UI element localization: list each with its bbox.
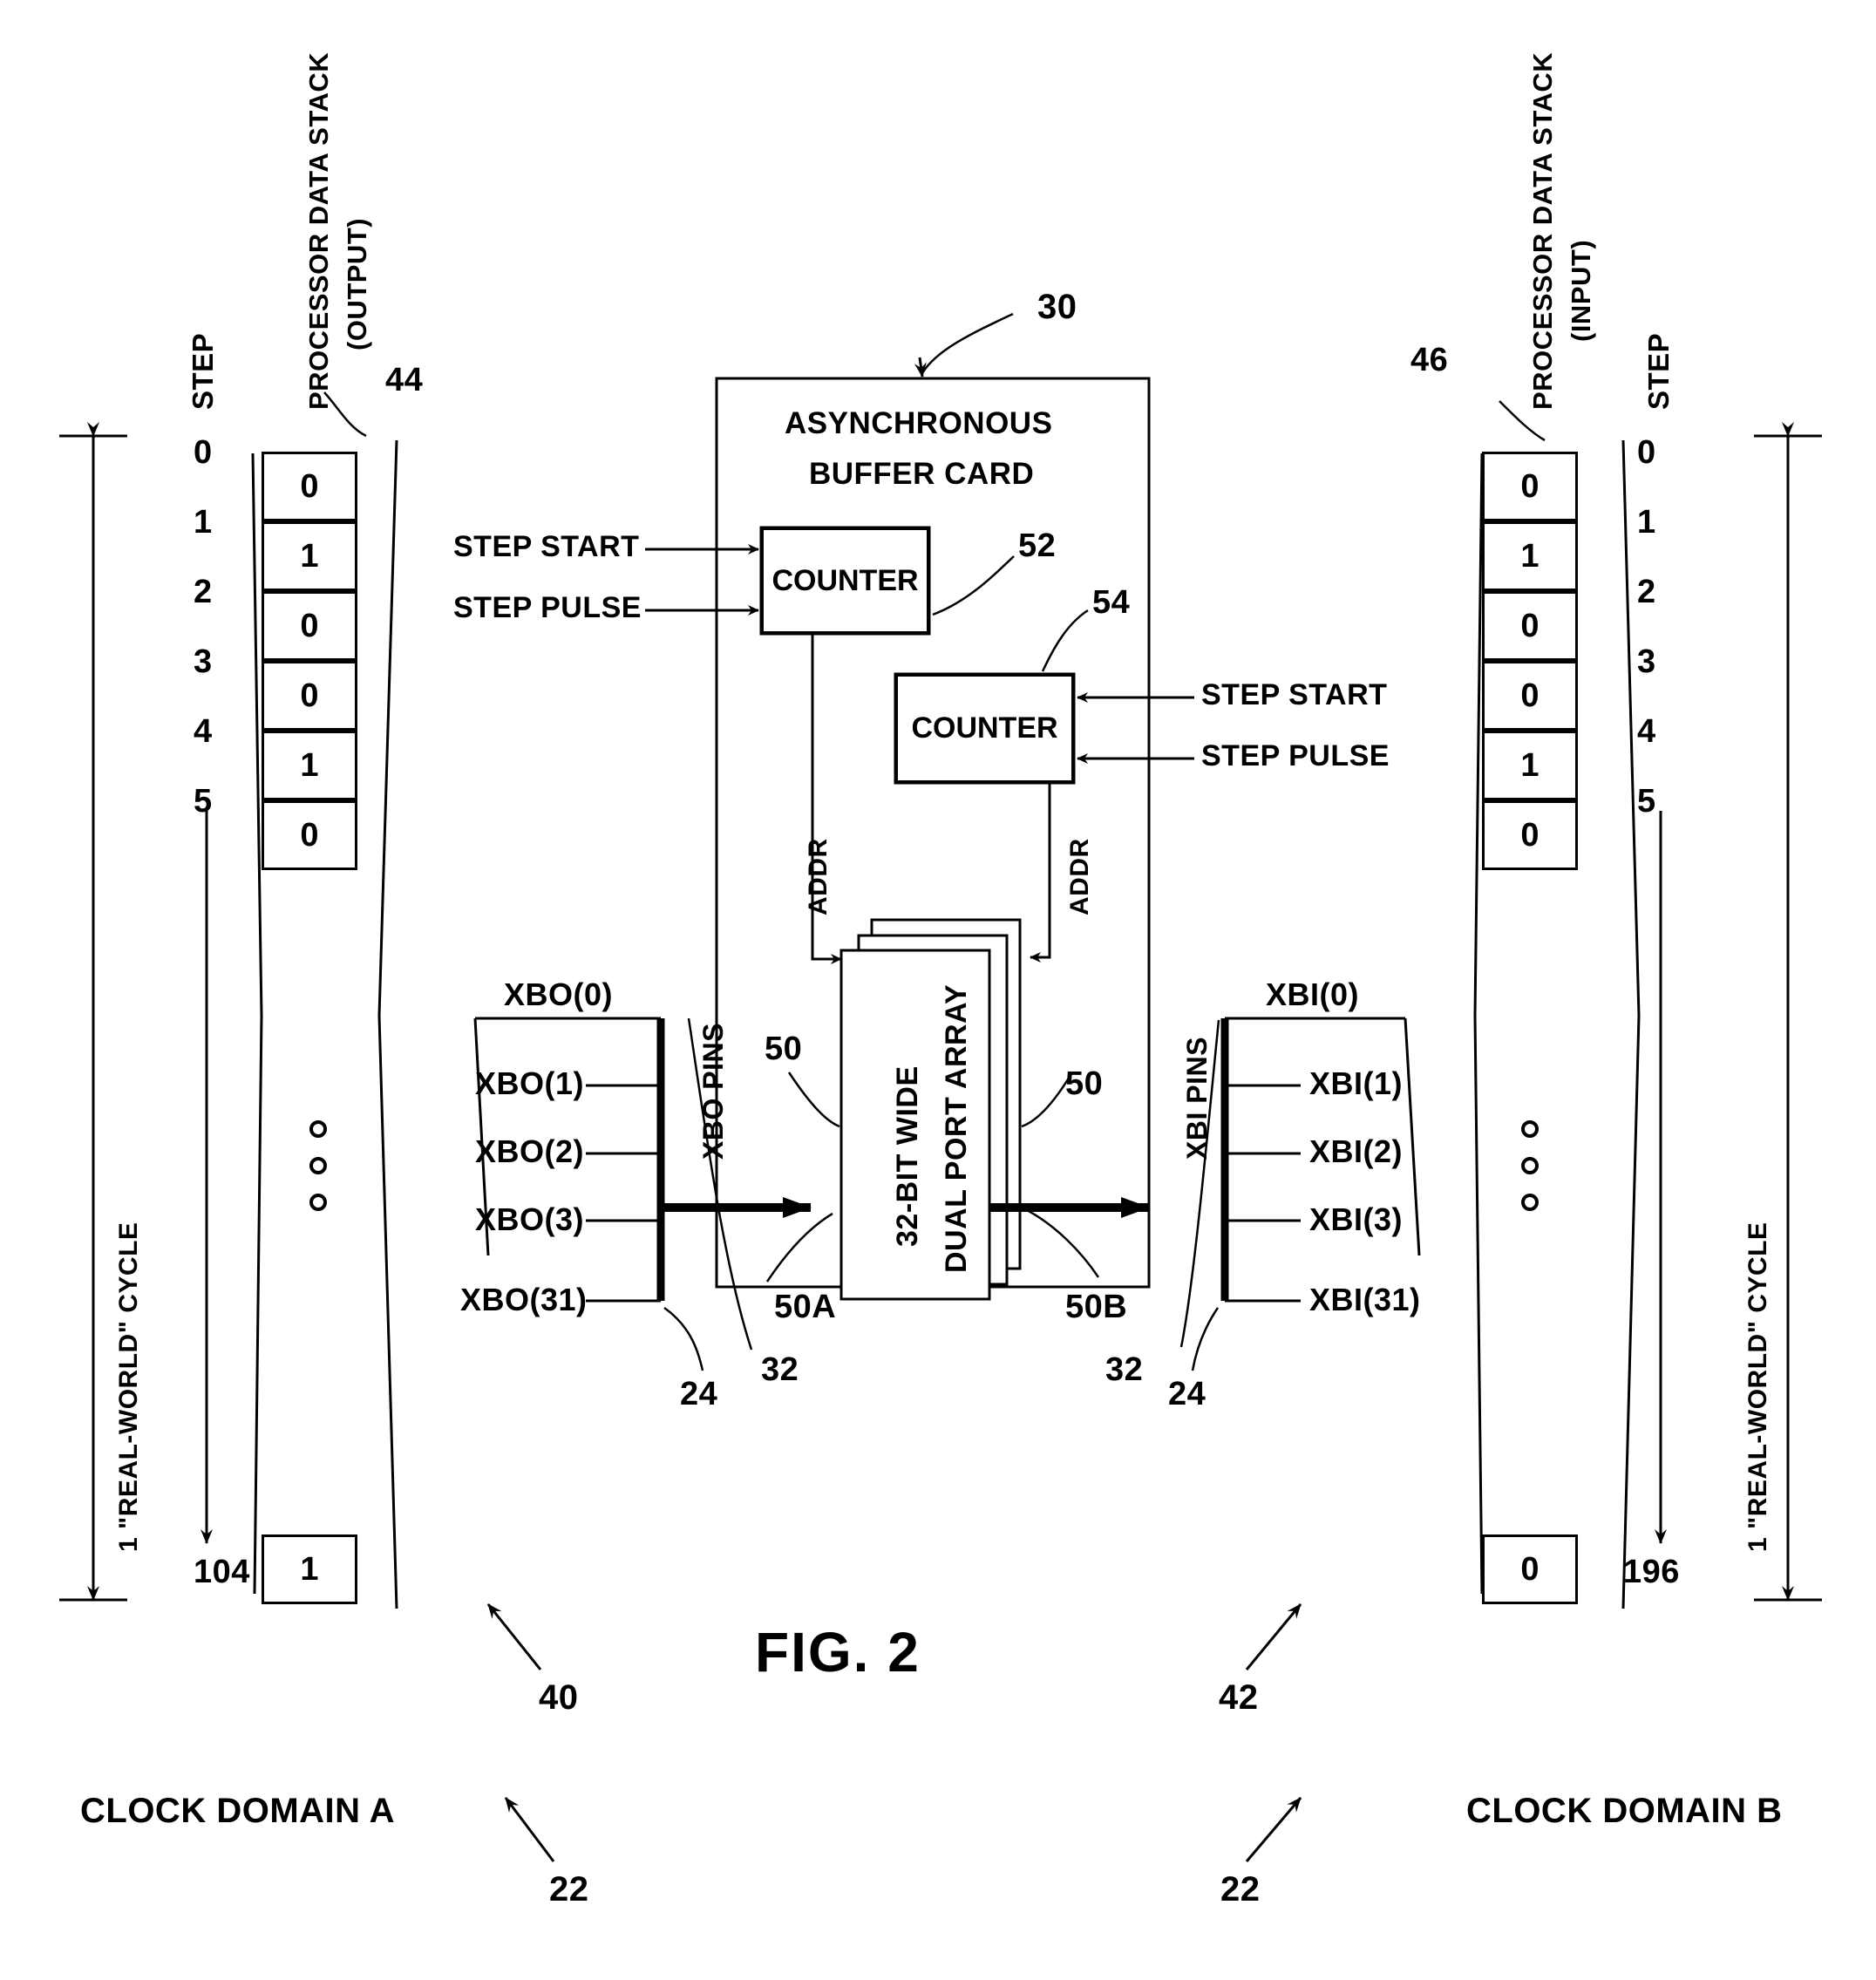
addr-left-label: ADDR xyxy=(804,838,833,915)
left-step-0: 0 xyxy=(194,434,213,471)
left-pins-ref: 24 xyxy=(680,1376,718,1412)
left-stack-cell-last: 1 xyxy=(262,1534,357,1604)
right-stack-cell: 0 xyxy=(1482,591,1578,661)
ellipsis-dot xyxy=(309,1120,327,1138)
right-stack-cell: 0 xyxy=(1482,452,1578,521)
left-stack-cell: 1 xyxy=(262,521,357,591)
ellipsis-dot xyxy=(1521,1120,1539,1138)
left-stack-title-line1: PROCESSOR DATA STACK xyxy=(303,51,334,410)
right-step-0: 0 xyxy=(1637,434,1656,471)
left-stack-cell: 1 xyxy=(262,731,357,800)
left-stack-cell: 0 xyxy=(262,452,357,521)
left-step-3: 3 xyxy=(194,643,213,680)
right-stack-cell: 1 xyxy=(1482,731,1578,800)
right-stack-cell: 0 xyxy=(1482,661,1578,731)
right-group-ref: 42 xyxy=(1219,1678,1259,1717)
right-stack-cell-last: 0 xyxy=(1482,1534,1578,1604)
counter-54: COUNTER xyxy=(895,674,1074,783)
left-step-last: 104 xyxy=(194,1554,250,1590)
xbi-2-label: XBI(2) xyxy=(1309,1133,1404,1169)
right-step-2: 2 xyxy=(1637,574,1656,610)
array-label-line1: 32-BIT WIDE xyxy=(891,1065,924,1247)
left-stack-ref: 44 xyxy=(385,362,424,398)
xbi-31-label: XBI(31) xyxy=(1309,1282,1421,1317)
left-domain-ref: 22 xyxy=(549,1870,589,1909)
right-step-last: 196 xyxy=(1623,1554,1680,1590)
buffer-card-title-line2: BUFFER CARD xyxy=(809,457,1035,491)
port-out-ref: 50B xyxy=(1065,1289,1128,1325)
right-pins-ref: 24 xyxy=(1168,1376,1206,1412)
buffer-card-title-line1: ASYNCHRONOUS xyxy=(785,406,1053,440)
right-cycle-label: 1 "REAL-WORLD" CYCLE xyxy=(1743,1221,1772,1552)
array-ref-right: 50 xyxy=(1065,1065,1104,1102)
counter-52-ref: 52 xyxy=(1018,527,1057,564)
left-stack-title-line2: (OUTPUT) xyxy=(342,217,372,350)
left-stack-cell: 0 xyxy=(262,591,357,661)
left-step-5: 5 xyxy=(194,783,213,820)
counter-52: COUNTER xyxy=(761,527,929,634)
right-step-5: 5 xyxy=(1637,783,1656,820)
step-start-right-label: STEP START xyxy=(1201,678,1388,711)
xbo-2-label: XBO(2) xyxy=(475,1133,585,1169)
right-bus-ref: 32 xyxy=(1105,1351,1144,1388)
xbi-1-label: XBI(1) xyxy=(1309,1065,1404,1101)
xbo-1-label: XBO(1) xyxy=(475,1065,585,1101)
right-stack-cell: 0 xyxy=(1482,800,1578,870)
right-stack-cell: 1 xyxy=(1482,521,1578,591)
counter-54-ref: 54 xyxy=(1092,584,1131,621)
array-ref-left: 50 xyxy=(765,1031,803,1067)
right-domain-ref: 22 xyxy=(1220,1870,1261,1909)
buffer-card-ref: 30 xyxy=(1037,288,1077,326)
left-cycle-label: 1 "REAL-WORLD" CYCLE xyxy=(114,1221,143,1552)
xbo-31-label: XBO(31) xyxy=(460,1282,588,1317)
step-pulse-right-label: STEP PULSE xyxy=(1201,739,1390,772)
left-step-2: 2 xyxy=(194,574,213,610)
ellipsis-dot xyxy=(309,1157,327,1174)
ellipsis-dot xyxy=(1521,1157,1539,1174)
left-bus-ref: 32 xyxy=(761,1351,799,1388)
left-step-header: STEP xyxy=(187,332,219,410)
port-in-ref: 50A xyxy=(774,1289,837,1325)
xbo-0-label: XBO(0) xyxy=(504,976,614,1012)
ellipsis-dot xyxy=(309,1194,327,1211)
left-stack-cell: 0 xyxy=(262,661,357,731)
ellipsis-dot xyxy=(1521,1194,1539,1211)
right-step-4: 4 xyxy=(1637,713,1656,750)
step-pulse-left-label: STEP PULSE xyxy=(453,591,642,624)
xbi-pins-label: XBI PINS xyxy=(1181,1037,1213,1160)
patent-figure-2: PROCESSOR DATA STACK (OUTPUT) 44 STEP 1 … xyxy=(0,0,1876,1980)
right-stack-ref: 46 xyxy=(1410,342,1449,378)
right-stack-title-line2: (INPUT) xyxy=(1566,239,1596,342)
right-step-3: 3 xyxy=(1637,643,1656,680)
left-stack-cell: 0 xyxy=(262,800,357,870)
xbo-3-label: XBO(3) xyxy=(475,1201,585,1237)
right-step-1: 1 xyxy=(1637,504,1656,541)
step-start-left-label: STEP START xyxy=(453,530,640,563)
xbi-0-label: XBI(0) xyxy=(1266,976,1360,1012)
right-step-header: STEP xyxy=(1642,332,1675,410)
clock-domain-a-label: CLOCK DOMAIN A xyxy=(80,1792,396,1830)
xbo-pins-label: XBO PINS xyxy=(697,1023,729,1160)
xbi-3-label: XBI(3) xyxy=(1309,1201,1404,1237)
left-step-4: 4 xyxy=(194,713,213,750)
right-stack-title-line1: PROCESSOR DATA STACK xyxy=(1527,51,1558,410)
clock-domain-b-label: CLOCK DOMAIN B xyxy=(1466,1792,1783,1830)
addr-right-label: ADDR xyxy=(1065,838,1094,915)
left-step-1: 1 xyxy=(194,504,213,541)
left-group-ref: 40 xyxy=(539,1678,579,1717)
array-label-line2: DUAL PORT ARRAY xyxy=(940,983,973,1273)
figure-label: FIG. 2 xyxy=(755,1621,921,1684)
